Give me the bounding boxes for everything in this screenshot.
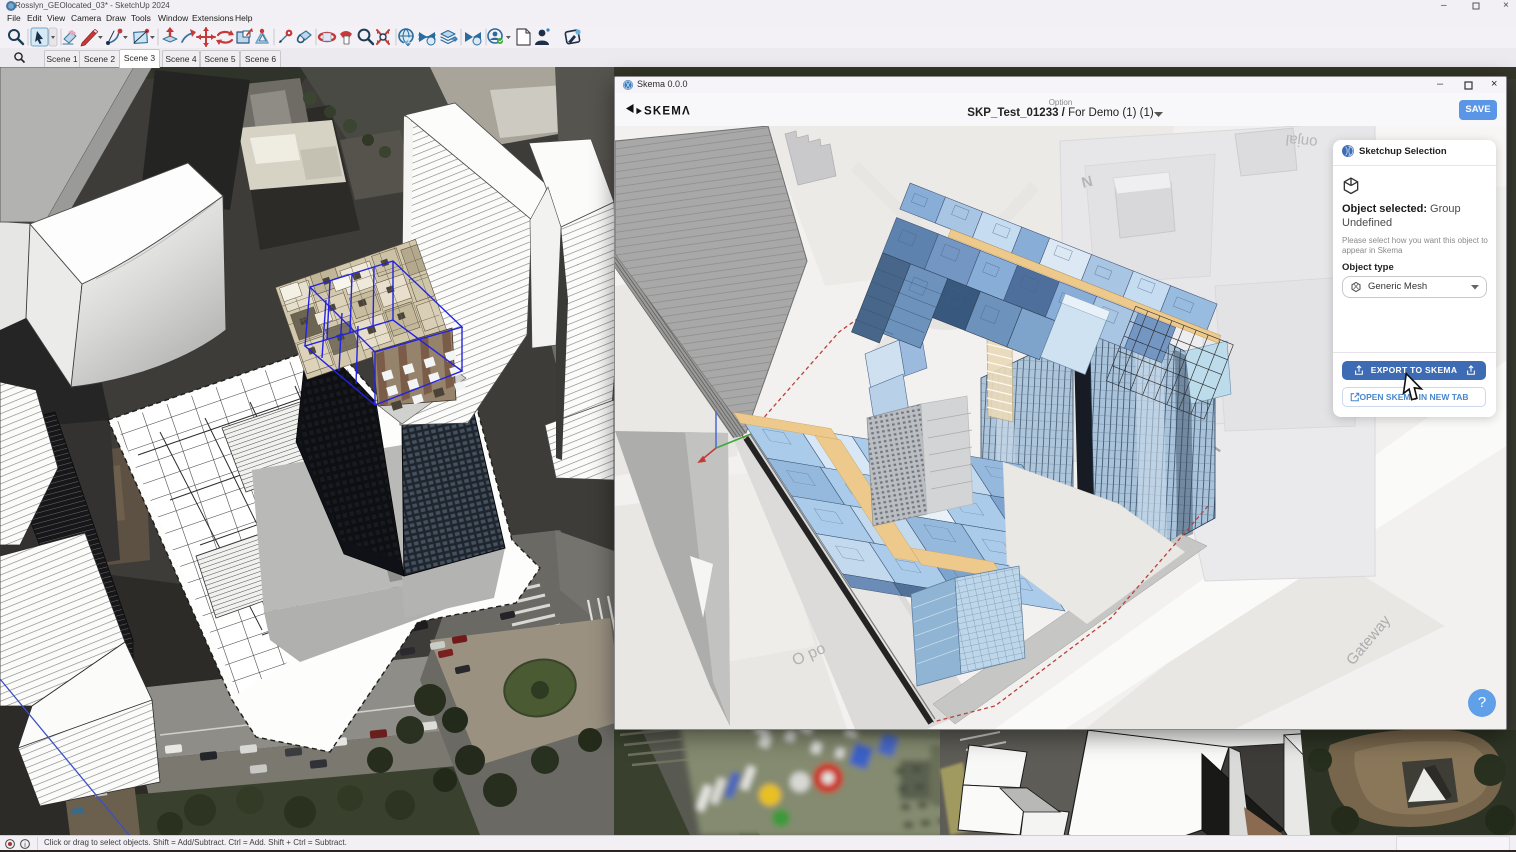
svg-text:onjal: onjal [1285,131,1318,151]
